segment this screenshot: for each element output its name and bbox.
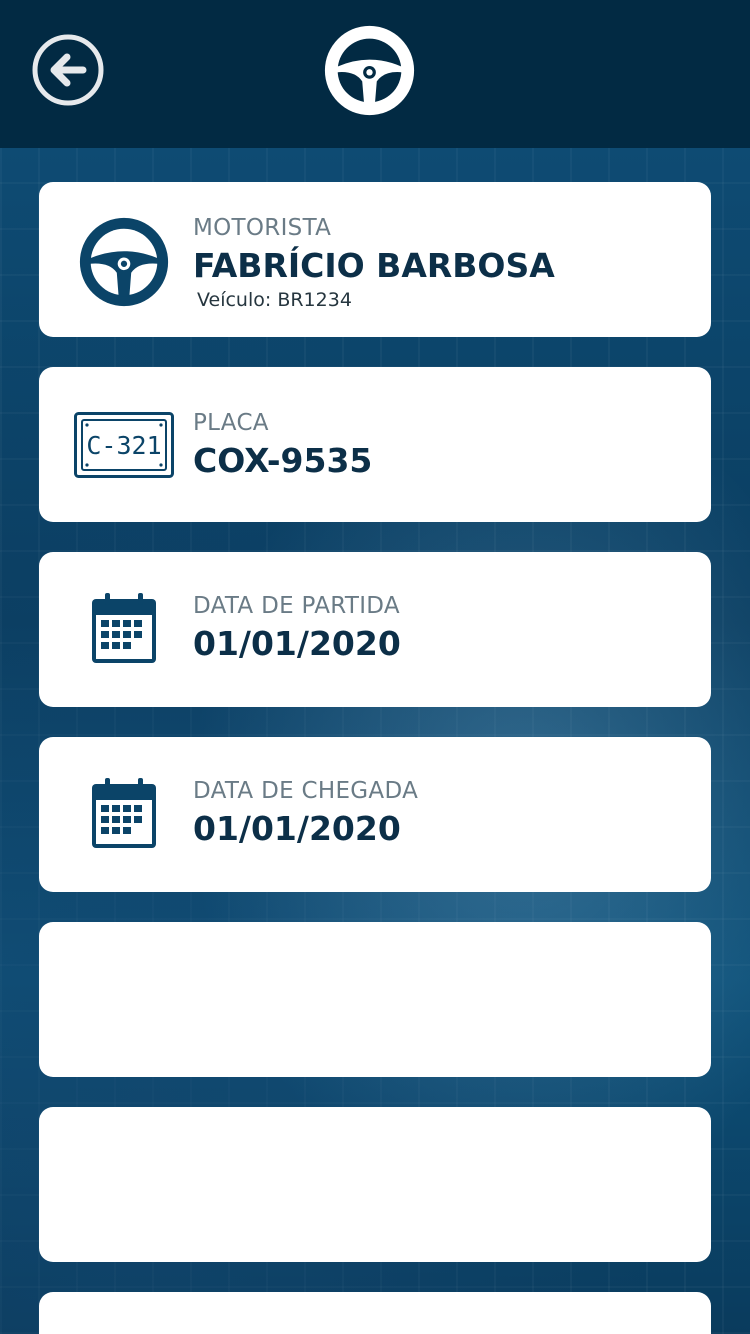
departure-card: DATA DE PARTIDA 01/01/2020	[39, 552, 711, 707]
driver-name: FABRÍCIO BARBOSA	[193, 246, 555, 285]
calendar-icon	[92, 593, 156, 663]
arrow-left-circle-icon	[32, 34, 104, 106]
departure-icon-wrap	[90, 593, 158, 665]
plate-card: C-321 PLACA COX-9535	[39, 367, 711, 522]
empty-card	[39, 922, 711, 1077]
app-header	[0, 0, 750, 148]
departure-date: 01/01/2020	[193, 624, 401, 663]
back-button[interactable]	[31, 33, 105, 107]
plate-value: COX-9535	[193, 441, 373, 480]
steering-wheel-icon	[79, 217, 169, 307]
calendar-icon	[92, 778, 156, 848]
driver-card: MOTORISTA FABRÍCIO BARBOSA Veículo: BR12…	[39, 182, 711, 337]
plate-label: PLACA	[193, 410, 269, 436]
arrival-label: DATA DE CHEGADA	[193, 778, 419, 804]
empty-card	[39, 1107, 711, 1262]
empty-card	[39, 1292, 711, 1334]
arrival-card: DATA DE CHEGADA 01/01/2020	[39, 737, 711, 892]
license-plate-icon: C-321	[74, 412, 174, 478]
driver-label: MOTORISTA	[193, 215, 332, 241]
vehicle-id: Veículo: BR1234	[197, 289, 352, 311]
arrival-date: 01/01/2020	[193, 809, 401, 848]
app-logo	[324, 25, 415, 116]
plate-icon-wrap: C-321	[74, 412, 174, 478]
plate-icon-text: C-321	[86, 431, 161, 460]
steering-wheel-icon	[324, 25, 415, 116]
driver-icon-wrap	[79, 217, 169, 307]
arrival-icon-wrap	[90, 778, 158, 850]
departure-label: DATA DE PARTIDA	[193, 593, 400, 619]
